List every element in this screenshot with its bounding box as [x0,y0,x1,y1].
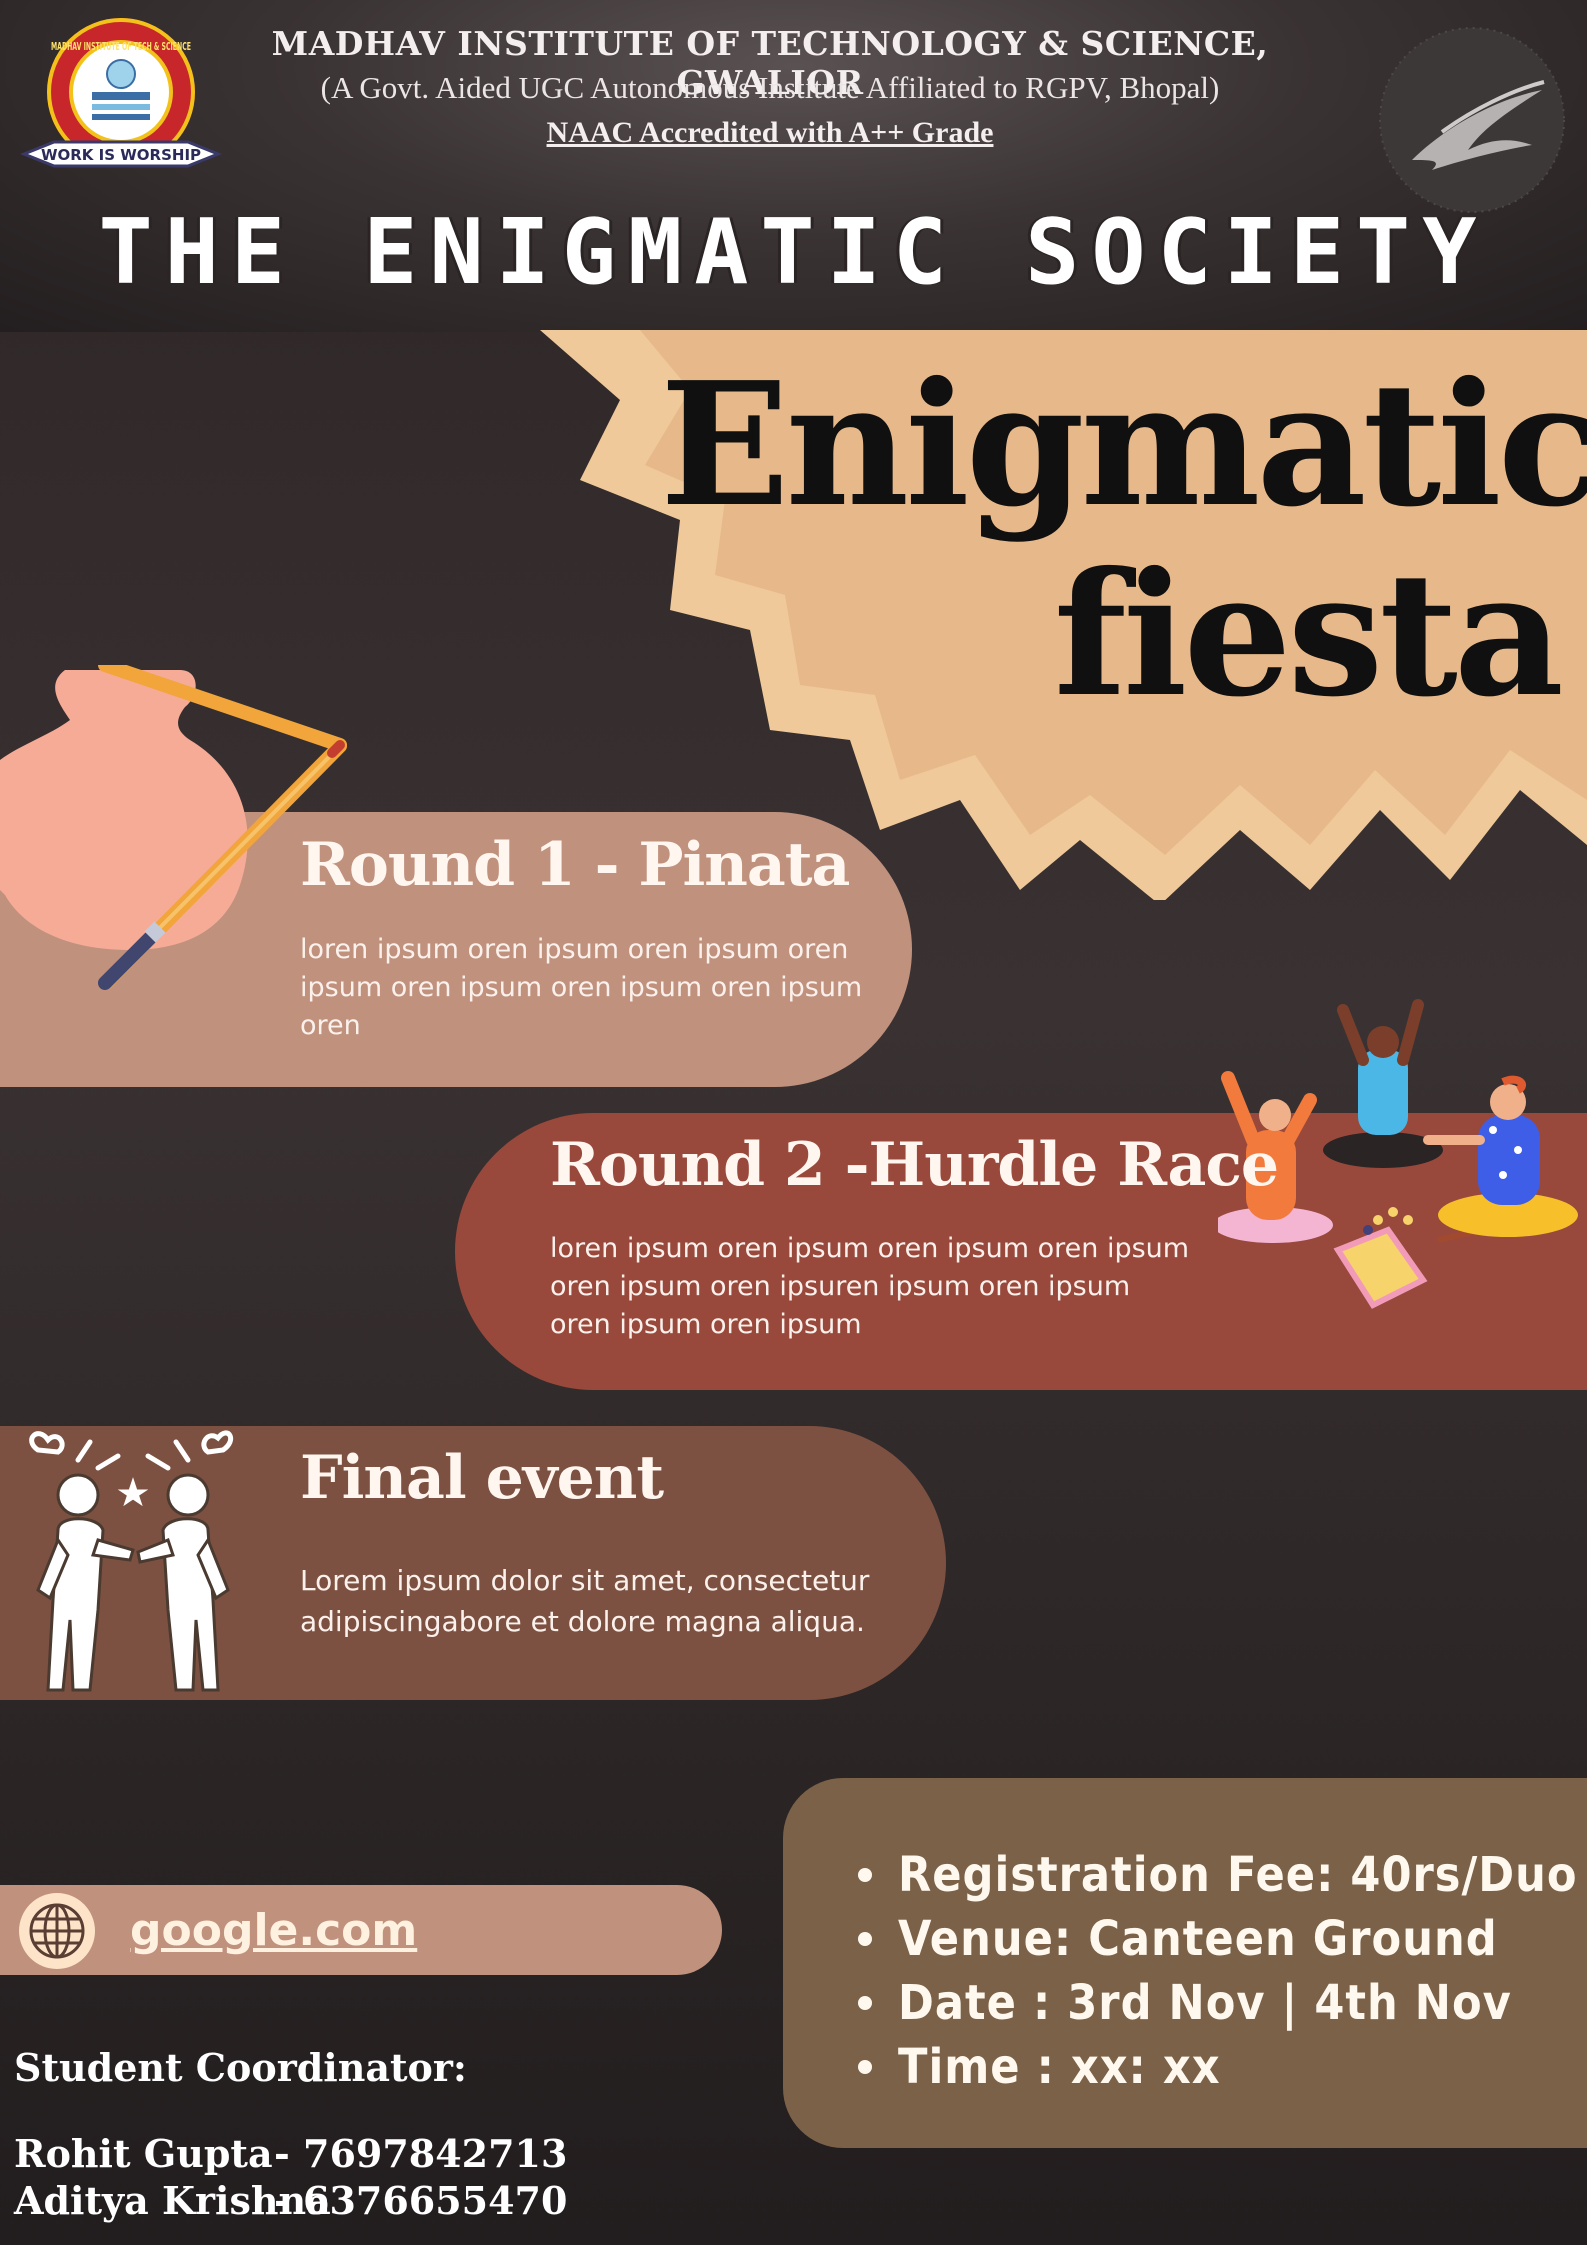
logo-motto: WORK IS WORSHIP [41,146,201,164]
globe-icon [19,1893,95,1969]
society-emblem-icon [1379,27,1565,213]
round-1-title: Round 1 - Pinata [300,830,850,900]
registration-fee: Registration Fee: 40rs/Duo [858,1843,1578,1907]
round-1-description: loren ipsum oren ipsum oren ipsum oren i… [300,934,863,1041]
round-2-title: Round 2 -Hurdle Race [550,1130,1279,1200]
logo-ring-text: MADHAV INSTITUTE OF TECH & SCIENCE [51,40,191,53]
website-link[interactable]: google.com [130,1905,417,1956]
institute-logo: MADHAV INSTITUTE OF TECH & SCIENCE WORK … [19,18,223,168]
final-event-title: Final event [300,1443,664,1513]
event-title-line2: fiesta [1053,535,1564,735]
coordinator-2: Aditya Krishna- 6376655470 [14,2178,567,2223]
coordinator-1-phone: - 7697842713 [274,2131,568,2176]
time: Time : xx: xx [858,2035,1578,2099]
date: Date : 3rd Nov | 4th Nov [858,1971,1578,2035]
coordinator-2-name: Aditya Krishna [14,2178,331,2223]
arguing-people-icon [29,1430,234,1692]
event-title: Enigmatic fiesta [660,345,1587,735]
event-title-line1: Enigmatic [660,345,1587,545]
coordinator-heading: Student Coordinator: [14,2045,467,2090]
society-name: THE ENIGMATIC SOCIETY [60,200,1527,305]
coordinator-1: Rohit Gupta- 7697842713 [14,2131,567,2176]
coordinator-2-phone: - 6376655470 [274,2178,568,2223]
final-event-description: Lorem ipsum dolor sit amet, consectetur … [300,1564,870,1638]
institute-subtitle: (A Govt. Aided UGC Autonomous Institute … [320,70,1220,105]
round-2-description: loren ipsum oren ipsum oren ipsum oren i… [550,1233,1190,1340]
venue: Venue: Canteen Ground [858,1907,1578,1971]
event-details-list: Registration Fee: 40rs/Duo Venue: Cantee… [858,1843,1578,2099]
accreditation-text: NAAC Accredited with A++ Grade [546,116,994,149]
coordinator-1-name: Rohit Gupta [14,2131,273,2176]
pinata-pot-icon [0,665,347,990]
